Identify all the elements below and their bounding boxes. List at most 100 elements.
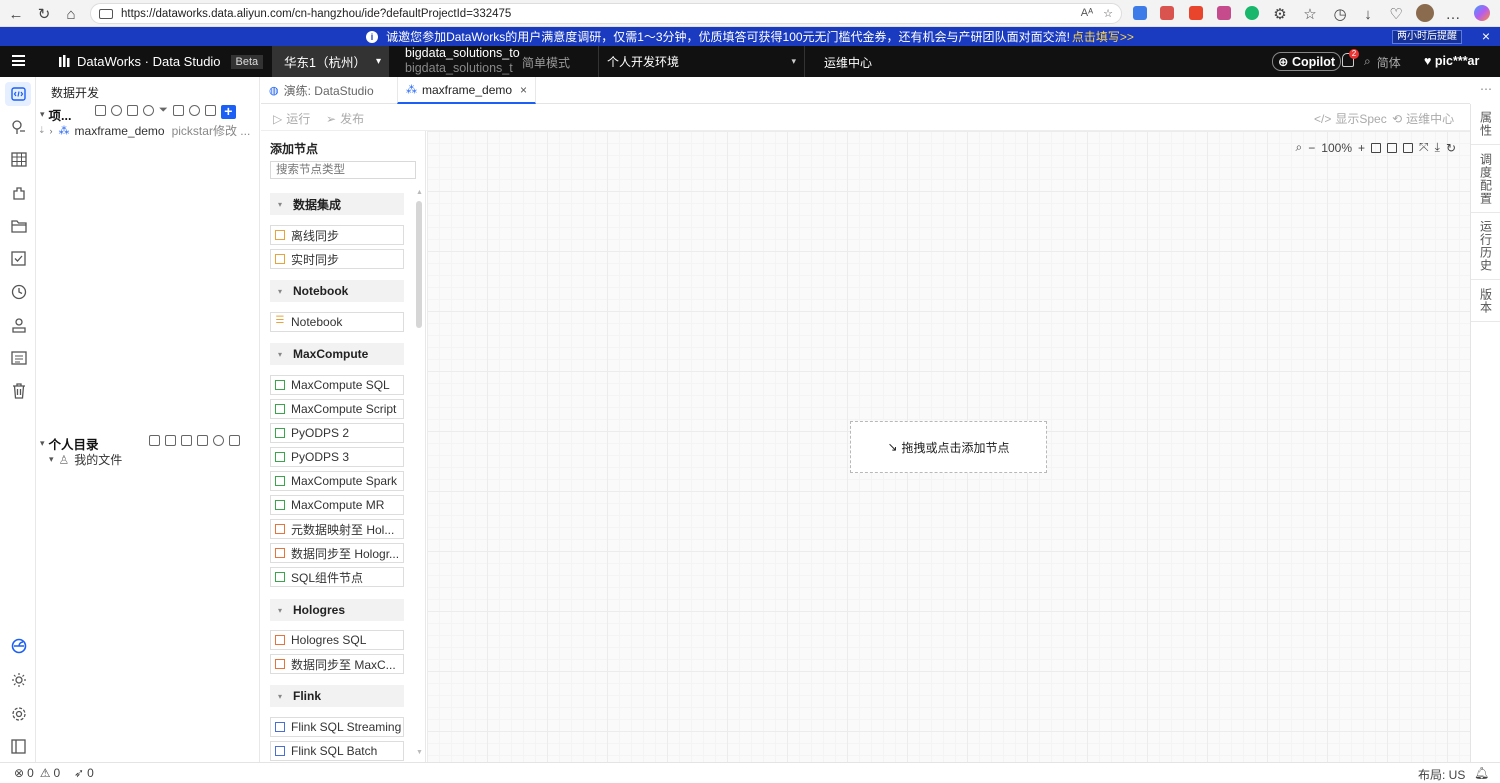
scrollbar[interactable] xyxy=(416,201,422,328)
chevron-right-icon[interactable]: › xyxy=(50,126,53,136)
search-icon[interactable]: ⌕ xyxy=(1364,54,1371,71)
workspace-selector[interactable]: bigdata_solutions_to bigdata_solutions_t xyxy=(405,46,520,76)
download-icon[interactable]: ⤓ xyxy=(1435,140,1440,155)
new-file-icon[interactable] xyxy=(181,435,192,446)
download-icon[interactable]: ↓ xyxy=(1358,4,1378,24)
ops-center-button[interactable]: ⟲ 运维中心 xyxy=(1392,110,1454,127)
extensions-puzzle-icon[interactable]: ⚙ xyxy=(1270,4,1290,24)
language-switch[interactable]: ⌕ 简体 xyxy=(1364,54,1401,71)
node-item[interactable]: MaxCompute SQL xyxy=(270,375,404,395)
workflow-canvas[interactable]: ⌕ − 100% + ⤧ ⤓ ↻ ↘ 拖拽或点击添加节点 xyxy=(427,131,1470,762)
region-selector[interactable]: 华东1（杭州） ▾ xyxy=(272,46,389,77)
tab-properties[interactable]: 属性 xyxy=(1471,104,1500,145)
refresh-icon[interactable]: ↻ xyxy=(34,4,54,24)
folder-icon[interactable] xyxy=(9,216,28,235)
group-flink[interactable]: Flink xyxy=(270,685,404,707)
extension-icon[interactable] xyxy=(1217,6,1231,20)
group-maxcompute[interactable]: MaxCompute xyxy=(270,343,404,365)
avatar[interactable] xyxy=(1416,4,1434,22)
read-aloud-icon[interactable]: Aᴬ xyxy=(1081,7,1093,20)
extension-icon[interactable] xyxy=(1189,6,1203,20)
survey-link[interactable]: 点击填写>> xyxy=(1072,28,1134,45)
file-icon[interactable] xyxy=(127,105,138,116)
tab-schedule-config[interactable]: 调度配置 xyxy=(1471,145,1500,213)
locate-icon[interactable] xyxy=(143,105,154,116)
dataworks-app-icon[interactable] xyxy=(9,636,28,655)
remind-later-button[interactable]: 两小时后提醒 xyxy=(1392,30,1462,44)
history-icon[interactable]: ◷ xyxy=(1330,4,1350,24)
node-item[interactable]: MaxCompute Spark xyxy=(270,471,404,491)
node-item[interactable]: SQL组件节点 xyxy=(270,567,404,587)
close-banner-icon[interactable]: × xyxy=(1482,28,1490,44)
tree-item-maxframe-demo[interactable]: ⇣ › ⁂ maxframe_demo pickstar修改 ... xyxy=(38,122,256,139)
home-icon[interactable]: ⌂ xyxy=(61,4,81,24)
node-item[interactable]: 元数据映射至 Hol... xyxy=(270,519,404,539)
node-item[interactable]: 数据同步至 MaxC... xyxy=(270,654,404,674)
more-icon[interactable]: ⋯ xyxy=(1480,82,1492,96)
node-item[interactable]: Flink SQL Batch xyxy=(270,741,404,761)
code-icon[interactable] xyxy=(5,82,31,106)
theme-sun-icon[interactable] xyxy=(9,670,28,689)
node-item[interactable]: 离线同步 xyxy=(270,225,404,245)
node-item[interactable]: ☰ Notebook xyxy=(270,312,404,332)
scroll-down-icon[interactable]: ▼ xyxy=(416,749,423,756)
component-icon[interactable] xyxy=(9,183,28,202)
collapse-panel-icon[interactable] xyxy=(9,737,28,756)
add-button[interactable]: + xyxy=(220,104,236,119)
publish-button[interactable]: ➢ 发布 xyxy=(326,110,364,127)
heart-icon[interactable]: ♡ xyxy=(1386,4,1406,24)
node-item[interactable]: 实时同步 xyxy=(270,249,404,269)
zoom-out-icon[interactable]: − xyxy=(1308,141,1315,155)
fit-view-icon[interactable] xyxy=(1371,142,1382,153)
keyboard-layout[interactable]: 布局: US xyxy=(1418,766,1465,783)
extension-icon[interactable] xyxy=(1133,6,1147,20)
address-bar[interactable]: https://dataworks.data.aliyun.com/cn-han… xyxy=(90,3,1122,24)
user-stamp-icon[interactable] xyxy=(9,315,28,334)
new-folder-icon[interactable] xyxy=(149,435,160,446)
refresh-icon[interactable]: ↻ xyxy=(1446,141,1456,155)
node-search-input[interactable] xyxy=(270,161,416,179)
add-node-dropzone[interactable]: ↘ 拖拽或点击添加节点 xyxy=(850,421,1047,473)
node-item[interactable]: MaxCompute Script xyxy=(270,399,404,419)
search-icon[interactable] xyxy=(111,105,122,116)
bell-icon[interactable]: 🔔︎ xyxy=(1474,766,1489,780)
settings-gear-icon[interactable] xyxy=(9,704,28,723)
refresh-icon[interactable] xyxy=(213,435,224,446)
scroll-up-icon[interactable]: ▲ xyxy=(416,189,423,196)
collapse-all-icon[interactable] xyxy=(229,435,240,446)
environment-selector[interactable]: 个人开发环境 ▾ xyxy=(598,46,805,77)
messages-indicator[interactable]: ➶ 0 xyxy=(74,766,94,780)
lineage-icon[interactable] xyxy=(9,117,28,136)
database-icon[interactable] xyxy=(165,435,176,446)
node-item[interactable]: Hologres SQL xyxy=(270,630,404,650)
tree-item-my-files[interactable]: ▾ ♙ 我的文件 xyxy=(49,451,122,468)
ops-center-link[interactable]: 运维中心 xyxy=(824,54,872,71)
close-tab-icon[interactable]: × xyxy=(520,83,527,97)
problems-indicator[interactable]: ⊗ 0 ⚠ 0 xyxy=(14,766,60,780)
group-notebook[interactable]: Notebook xyxy=(270,280,404,302)
trash-icon[interactable] xyxy=(9,381,28,400)
extension-icon[interactable] xyxy=(1160,6,1174,20)
run-button[interactable]: ▷ 运行 xyxy=(273,110,310,127)
group-data-integration[interactable]: 数据集成 xyxy=(270,193,404,215)
auto-layout-icon[interactable]: ⤧ xyxy=(1419,140,1429,155)
zoom-in-icon[interactable]: + xyxy=(1358,141,1365,155)
table-icon[interactable] xyxy=(9,150,28,169)
user-menu[interactable]: ♥ pic***ar xyxy=(1424,54,1479,68)
extension-icon[interactable] xyxy=(1245,6,1259,20)
upload-folder-icon[interactable] xyxy=(197,435,208,446)
list-icon[interactable] xyxy=(9,348,28,367)
node-item[interactable]: MaxCompute MR xyxy=(270,495,404,515)
tab-datastudio[interactable]: ◍ 演练: DataStudio xyxy=(269,77,374,104)
copilot-button[interactable]: ⊕ Copilot xyxy=(1272,52,1341,71)
node-item[interactable]: Flink SQL Streaming xyxy=(270,717,404,737)
node-item[interactable]: PyODPS 3 xyxy=(270,447,404,467)
product-logo[interactable]: DataWorks · Data Studio Beta xyxy=(58,54,264,69)
task-check-icon[interactable] xyxy=(9,249,28,268)
favorites-icon[interactable]: ☆ xyxy=(1300,4,1320,24)
group-hologres[interactable]: Hologres xyxy=(270,599,404,621)
refresh-icon[interactable] xyxy=(188,105,200,116)
node-item[interactable]: PyODPS 2 xyxy=(270,423,404,443)
tab-versions[interactable]: 版本 xyxy=(1471,280,1500,322)
node-item[interactable]: 数据同步至 Hologr... xyxy=(270,543,404,563)
